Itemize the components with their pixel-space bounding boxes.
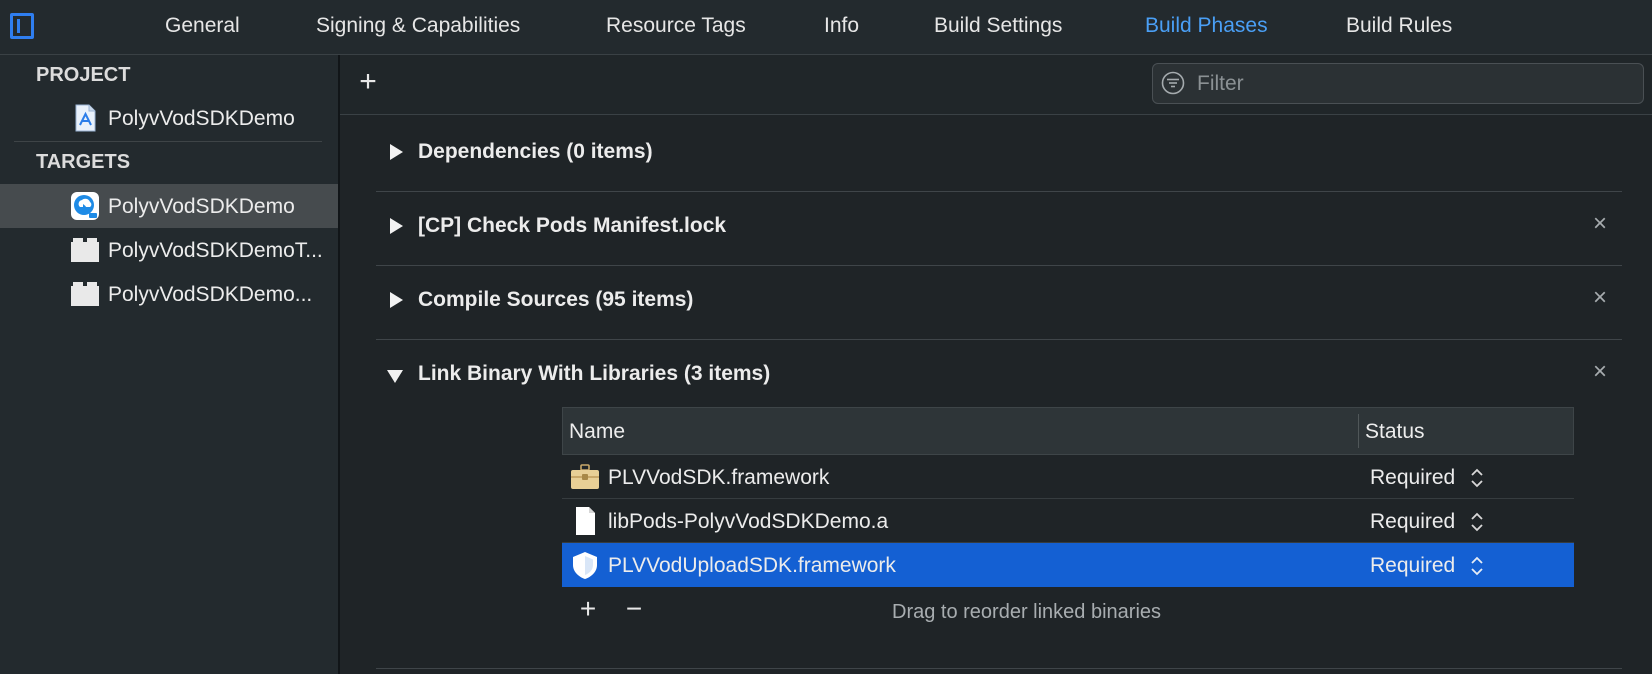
column-header-name[interactable]: Name: [569, 420, 625, 444]
build-phases-editor: + Dependencies (0 items) [CP] Check Pods…: [340, 55, 1652, 674]
phase-title: Link Binary With Libraries (3 items): [418, 362, 771, 385]
file-icon: [576, 507, 595, 535]
library-status[interactable]: Required: [1370, 466, 1455, 490]
xcode-window: General Signing & Capabilities Resource …: [0, 0, 1652, 674]
phase-link-binary-with-libraries[interactable]: Link Binary With Libraries (3 items) ×: [376, 336, 1622, 414]
table-row[interactable]: libPods-PolyvVodSDKDemo.a Required: [562, 499, 1574, 543]
library-status[interactable]: Required: [1370, 554, 1455, 578]
sidebar-toggle-icon[interactable]: [10, 13, 34, 39]
phase-dependencies[interactable]: Dependencies (0 items): [376, 114, 1622, 192]
sidebar-item-label: PolyvVodSDKDemo...: [108, 283, 313, 306]
close-icon[interactable]: ×: [1586, 210, 1614, 238]
close-icon[interactable]: ×: [1586, 358, 1614, 386]
sidebar-item-target-tests[interactable]: PolyvVodSDKDemoT...: [0, 228, 338, 272]
targets-section-header: TARGETS: [36, 151, 131, 173]
table-footer: + − Drag to reorder linked binaries: [562, 587, 1574, 635]
sidebar-item-label: PolyvVodSDKDemo: [108, 107, 295, 130]
disclosure-triangle-icon[interactable]: [390, 292, 403, 308]
framework-toolbox-icon: [571, 464, 599, 489]
sidebar-item-label: PolyvVodSDKDemoT...: [108, 239, 323, 262]
tab-resource-tags[interactable]: Resource Tags: [606, 14, 746, 38]
column-header-status[interactable]: Status: [1365, 420, 1425, 444]
test-bundle-icon: [71, 238, 99, 262]
library-status[interactable]: Required: [1370, 510, 1455, 534]
library-name: PLVVodUploadSDK.framework: [608, 554, 896, 577]
build-phases-toolbar: +: [340, 55, 1652, 115]
chevron-up-down-icon[interactable]: [1470, 510, 1484, 534]
sidebar-divider: [14, 141, 322, 142]
tab-build-phases[interactable]: Build Phases: [1145, 14, 1268, 38]
phase-divider: [376, 668, 1622, 669]
phase-title: Dependencies (0 items): [418, 140, 653, 163]
sidebar-item-target-app[interactable]: PolyvVodSDKDemo: [0, 184, 338, 228]
table-header: Name Status: [562, 407, 1574, 455]
remove-library-button[interactable]: −: [620, 595, 648, 623]
phase-title: [CP] Check Pods Manifest.lock: [418, 214, 727, 237]
tab-build-settings[interactable]: Build Settings: [934, 14, 1062, 38]
filter-field[interactable]: [1152, 63, 1644, 104]
drag-hint-text: Drag to reorder linked binaries: [892, 601, 1162, 623]
filter-icon: [1161, 71, 1185, 95]
framework-shield-icon: [573, 552, 597, 579]
editor-tab-bar: General Signing & Capabilities Resource …: [0, 0, 1652, 55]
add-build-phase-button[interactable]: +: [354, 67, 382, 97]
tab-general[interactable]: General: [165, 14, 240, 38]
disclosure-triangle-icon[interactable]: [387, 370, 403, 383]
linked-libraries-table: Name Status PLVVodSDK.framework Required: [562, 407, 1574, 635]
project-section-header: PROJECT: [36, 64, 131, 86]
sidebar-item-target-uitests[interactable]: PolyvVodSDKDemo...: [0, 272, 338, 316]
disclosure-triangle-icon[interactable]: [390, 144, 403, 160]
add-library-button[interactable]: +: [574, 595, 602, 623]
table-row[interactable]: PLVVodSDK.framework Required: [562, 455, 1574, 499]
test-bundle-icon: [71, 282, 99, 306]
close-icon[interactable]: ×: [1586, 284, 1614, 312]
project-target-sidebar: PROJECT PolyvVodSDKDemo TARGETS PolyvVod…: [0, 55, 340, 674]
tab-signing-capabilities[interactable]: Signing & Capabilities: [316, 14, 520, 38]
chevron-up-down-icon[interactable]: [1470, 466, 1484, 490]
sidebar-item-label: PolyvVodSDKDemo: [108, 195, 295, 218]
table-row[interactable]: PLVVodUploadSDK.framework Required: [562, 543, 1574, 587]
library-name: libPods-PolyvVodSDKDemo.a: [608, 510, 889, 533]
xcode-project-icon: [75, 104, 96, 132]
filter-input[interactable]: [1195, 70, 1629, 98]
phase-title: Compile Sources (95 items): [418, 288, 694, 311]
app-icon: [71, 192, 99, 220]
library-name: PLVVodSDK.framework: [608, 466, 830, 489]
tab-build-rules[interactable]: Build Rules: [1346, 14, 1452, 38]
phase-check-pods-manifest[interactable]: [CP] Check Pods Manifest.lock ×: [376, 188, 1622, 266]
tab-info[interactable]: Info: [824, 14, 859, 38]
phase-compile-sources[interactable]: Compile Sources (95 items) ×: [376, 262, 1622, 340]
column-separator[interactable]: [1358, 414, 1359, 448]
disclosure-triangle-icon[interactable]: [390, 218, 403, 234]
chevron-up-down-icon[interactable]: [1470, 554, 1484, 578]
sidebar-item-project[interactable]: PolyvVodSDKDemo: [0, 96, 338, 140]
